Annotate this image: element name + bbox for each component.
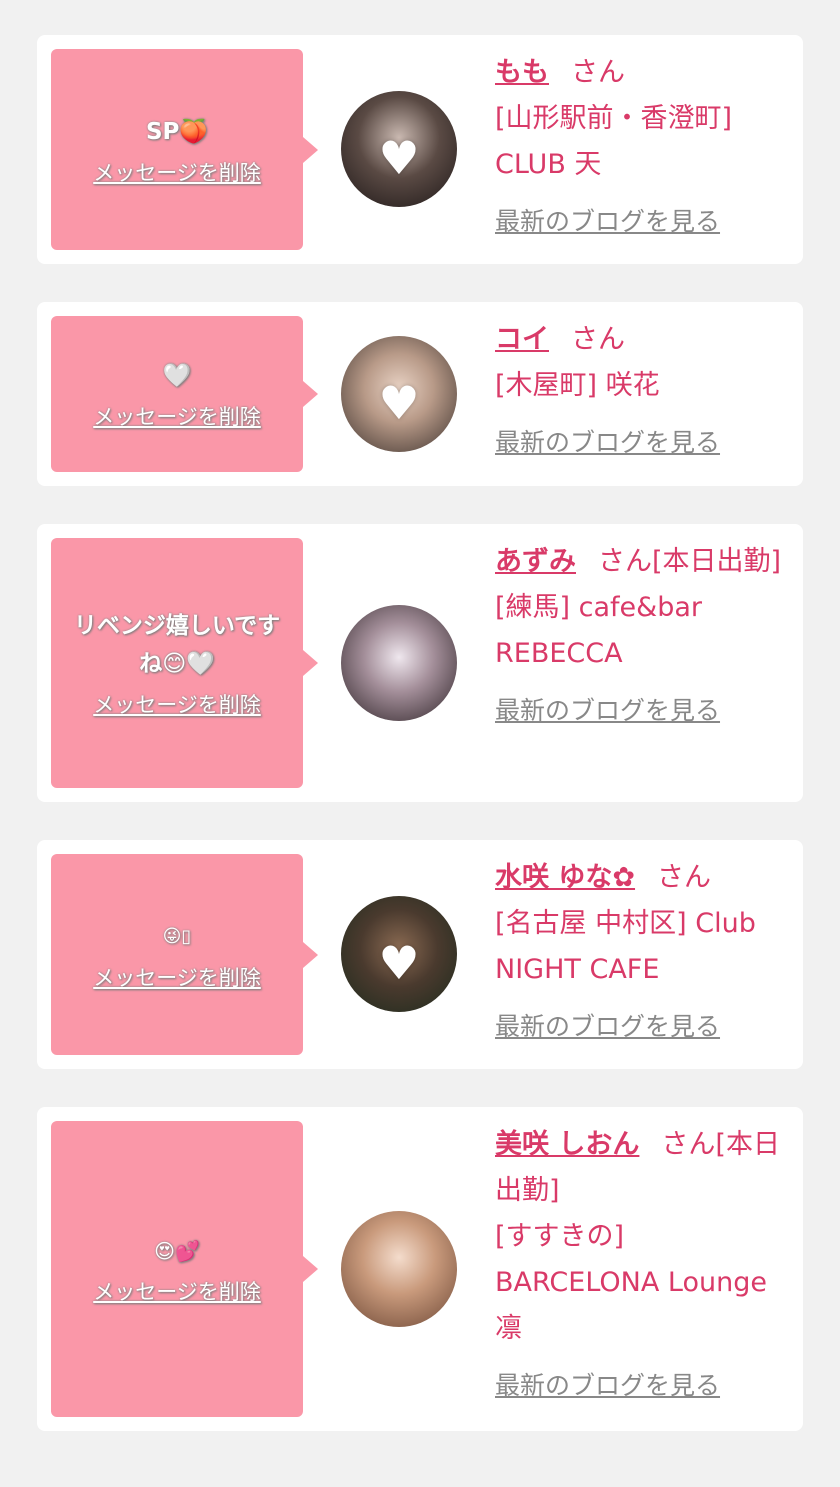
avatar[interactable]: ♥ (341, 336, 457, 452)
shop-name: [名古屋 中村区] Club NIGHT CAFE (495, 908, 756, 985)
profile-info: 水咲 ゆな✿ さん [名古屋 中村区] Club NIGHT CAFE 最新のブロ… (495, 855, 785, 1043)
avatar[interactable] (341, 1211, 457, 1327)
message-bubble: 😍💕 メッセージを削除 (51, 1121, 318, 1417)
message-bubble: SP🍑 メッセージを削除 (51, 49, 318, 250)
profile-info: コイ さん [木屋町] 咲花 最新のブログを見る (495, 317, 785, 459)
latest-blog-link[interactable]: 最新のブログを見る (495, 691, 720, 727)
profile-name-link[interactable]: もも (495, 57, 549, 88)
message-card: 😍💕 メッセージを削除 美咲 しおん さん[本日出勤] [すすきの] BARCEL… (37, 1107, 803, 1431)
profile-info: もも さん [山形駅前・香澄町] CLUB 天 最新のブログを見る (495, 50, 785, 238)
avatar[interactable]: ♥ (341, 91, 457, 207)
shop-name: [練馬] cafe&bar REBECCA (495, 592, 702, 669)
message-text: リベンジ嬉しいですね😊🤍 (73, 613, 281, 677)
profile-info: あずみ さん[本日出勤] [練馬] cafe&bar REBECCA 最新のブログ… (495, 539, 785, 727)
delete-message-link[interactable]: メッセージを削除 (93, 401, 261, 431)
attendance-note: [本日出勤] (652, 546, 782, 577)
message-text: 🤍 (162, 363, 192, 389)
avatar[interactable] (341, 605, 457, 721)
shop-name: [山形駅前・香澄町] CLUB 天 (495, 103, 733, 180)
shop-name: [木屋町] 咲花 (495, 370, 660, 401)
delete-message-link[interactable]: メッセージを削除 (93, 1276, 261, 1306)
message-card: 🤍 メッセージを削除 ♥ コイ さん [木屋町] 咲花 最新のブログを見る (37, 302, 803, 486)
profile-name-link[interactable]: コイ (495, 324, 549, 355)
heart-sticker-icon: ♥ (378, 376, 420, 431)
delete-message-link[interactable]: メッセージを削除 (93, 689, 261, 719)
message-list: SP🍑 メッセージを削除 ♥ もも さん [山形駅前・香澄町] CLUB 天 最新… (0, 0, 840, 1487)
honorific: さん (571, 324, 625, 355)
message-text: 😍💕 (154, 1239, 200, 1263)
heart-sticker-icon: ♥ (378, 131, 420, 186)
message-card: リベンジ嬉しいですね😊🤍 メッセージを削除 あずみ さん[本日出勤] [練馬] c… (37, 524, 803, 802)
honorific: さん (598, 546, 652, 577)
message-bubble: 🤍 メッセージを削除 (51, 316, 318, 472)
delete-message-link[interactable]: メッセージを削除 (93, 962, 261, 992)
message-text: 😜▯ (162, 925, 192, 947)
message-card: SP🍑 メッセージを削除 ♥ もも さん [山形駅前・香澄町] CLUB 天 最新… (37, 35, 803, 264)
profile-name-link[interactable]: あずみ (495, 546, 576, 577)
honorific: さん (661, 1129, 716, 1160)
delete-message-link[interactable]: メッセージを削除 (93, 157, 261, 187)
honorific: さん (571, 57, 625, 88)
heart-sticker-icon: ♥ (378, 936, 420, 991)
message-bubble: リベンジ嬉しいですね😊🤍 メッセージを削除 (51, 538, 318, 788)
message-bubble: 😜▯ メッセージを削除 (51, 854, 318, 1055)
profile-name-link[interactable]: 水咲 ゆな✿ (495, 862, 635, 893)
avatar[interactable]: ♥ (341, 896, 457, 1012)
message-text: SP🍑 (145, 118, 209, 145)
profile-name-link[interactable]: 美咲 しおん (495, 1129, 639, 1160)
latest-blog-link[interactable]: 最新のブログを見る (495, 1366, 720, 1402)
latest-blog-link[interactable]: 最新のブログを見る (495, 1007, 720, 1043)
shop-name: [すすきの] BARCELONA Lounge 凛 (495, 1221, 767, 1344)
latest-blog-link[interactable]: 最新のブログを見る (495, 202, 720, 238)
honorific: さん (657, 862, 712, 893)
message-card: 😜▯ メッセージを削除 ♥ 水咲 ゆな✿ さん [名古屋 中村区] Club NI… (37, 840, 803, 1069)
profile-info: 美咲 しおん さん[本日出勤] [すすきの] BARCELONA Lounge 凛… (495, 1122, 785, 1402)
latest-blog-link[interactable]: 最新のブログを見る (495, 423, 720, 459)
